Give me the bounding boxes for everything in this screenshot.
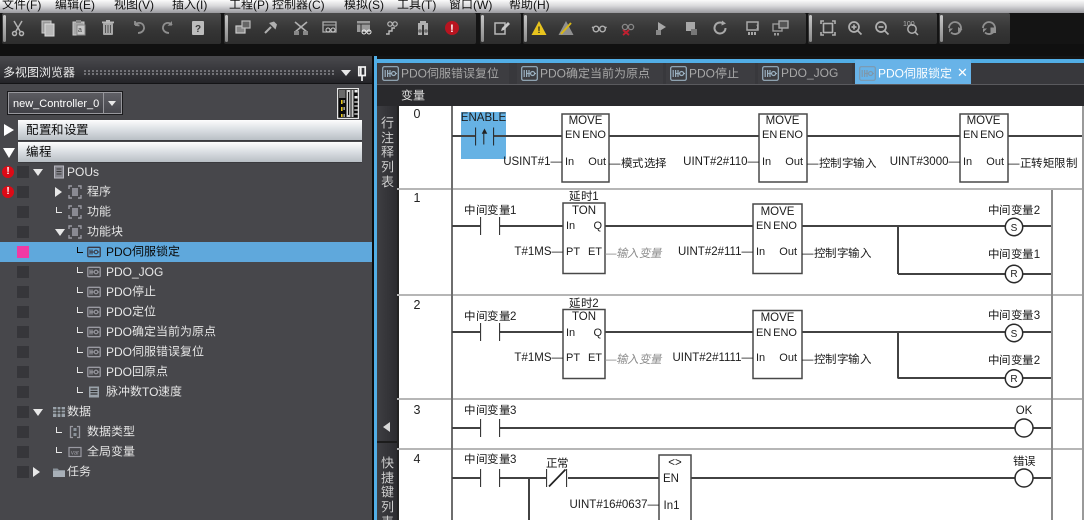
- svg-text:!: !: [450, 23, 454, 35]
- svg-text:var: var: [71, 451, 79, 457]
- svg-text:!: !: [538, 25, 541, 35]
- svg-text:a: a: [78, 27, 82, 34]
- svg-text:1: 1: [756, 25, 760, 31]
- svg-text:?: ?: [195, 24, 201, 35]
